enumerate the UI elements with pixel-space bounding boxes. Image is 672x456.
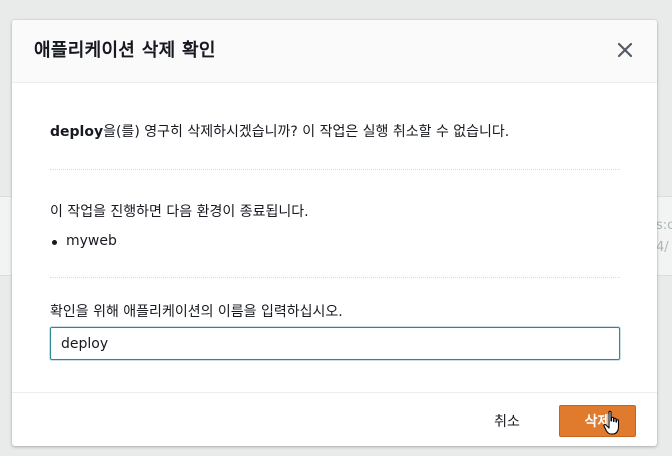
divider xyxy=(50,277,620,278)
app-name: deploy xyxy=(50,124,104,140)
dialog-title: 애플리케이션 삭제 확인 xyxy=(34,40,216,61)
environment-intro: 이 작업을 진행하면 다음 환경이 종료됩니다. xyxy=(50,204,309,220)
background-partial-text: s:c xyxy=(656,218,672,233)
delete-button[interactable]: 삭제 xyxy=(559,405,636,437)
dialog-header: 애플리케이션 삭제 확인 xyxy=(12,20,657,83)
environment-item: myweb xyxy=(50,233,117,249)
divider xyxy=(50,169,620,170)
warning-text: 을(를) 영구히 삭제하시겠습니까? 이 작업은 실행 취소할 수 없습니다. xyxy=(103,124,510,140)
delete-warning-message: deploy을(를) 영구히 삭제하시겠습니까? 이 작업은 실행 취소할 수 … xyxy=(50,121,509,141)
cancel-button[interactable]: 취소 xyxy=(482,406,532,436)
delete-application-dialog: 애플리케이션 삭제 확인 deploy을(를) 영구히 삭제하시겠습니까? 이 … xyxy=(12,20,657,446)
confirm-name-input[interactable] xyxy=(50,327,620,360)
confirm-label: 확인을 위해 애플리케이션의 이름을 입력하십시오. xyxy=(50,304,343,320)
environment-list: myweb xyxy=(50,233,117,249)
dialog-footer: 취소 삭제 xyxy=(12,392,657,446)
background-partial-text: 4/ xyxy=(656,240,669,255)
close-icon[interactable] xyxy=(615,40,635,60)
environment-name: myweb xyxy=(66,233,117,249)
bullet-icon xyxy=(52,240,57,245)
